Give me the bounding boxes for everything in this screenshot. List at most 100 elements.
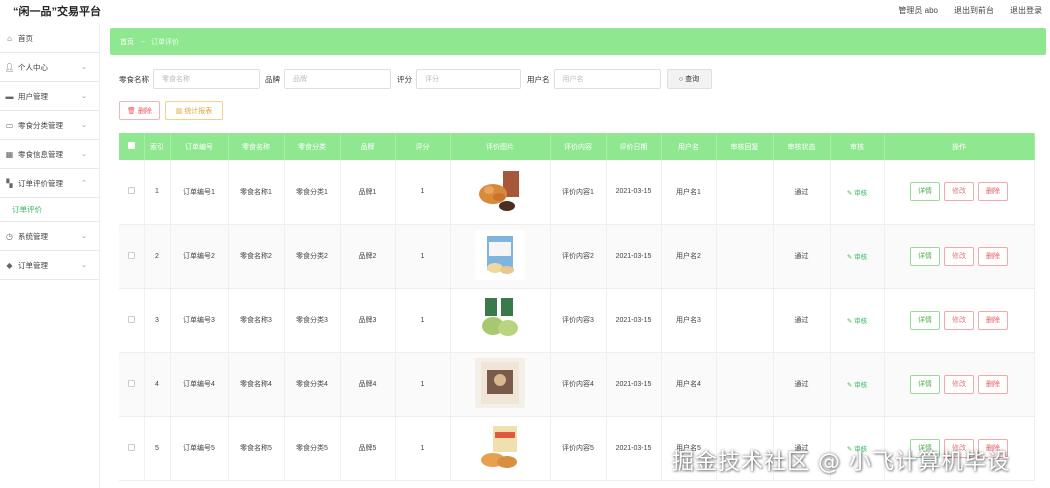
cell-status: 通过 <box>773 160 831 225</box>
admin-user-link[interactable]: 管理员 abo <box>898 5 938 16</box>
sidebar-subitem-order-review[interactable]: 订单评价 <box>0 198 99 222</box>
col-header-category: 零食分类 <box>284 133 341 160</box>
review-image[interactable] <box>475 422 525 472</box>
brand-input[interactable] <box>284 69 391 89</box>
review-image[interactable] <box>475 294 525 344</box>
review-link[interactable]: ✎ 审核 <box>847 382 867 389</box>
cell-index: 5 <box>144 416 171 481</box>
brand-label: 品牌 <box>265 74 280 84</box>
review-table: 索引 订单编号 零食名称 零食分类 品牌 评分 评价图片 评价内容 评价日期 用… <box>119 133 1035 481</box>
batch-delete-button[interactable]: 🗑︎ 删除 <box>119 101 160 120</box>
sidebar-item-label: 用户管理 <box>18 91 48 101</box>
review-link[interactable]: ✎ 审核 <box>847 254 867 261</box>
row-checkbox[interactable] <box>127 379 135 387</box>
edit-button[interactable]: 修改 <box>944 246 974 266</box>
col-header-user: 用户名 <box>661 133 717 160</box>
cell-content: 评价内容3 <box>550 288 607 353</box>
chevron-down-icon: ⌄ <box>81 122 87 129</box>
sidebar-item-label: 订单评价管理 <box>18 178 63 188</box>
review-link-label: 审核 <box>854 189 868 197</box>
cell-review: ✎ 审核 <box>830 352 885 417</box>
delete-button[interactable]: 删除 <box>978 182 1008 202</box>
top-bar: “闲一品”交易平台 管理员 abo 退出到前台 退出登录 <box>0 0 1050 20</box>
delete-button[interactable]: 删除 <box>978 374 1008 394</box>
cell-image <box>450 288 551 353</box>
cell-order-no: 订单编号3 <box>170 288 229 353</box>
detail-button[interactable]: 详情 <box>910 310 940 330</box>
sidebar: ⌂ 首页 👤︎ 个人中心 ⌄ ▬ 用户管理 ⌄ ▭ 零食分类管理 ⌄ ▦ 零食信… <box>0 24 100 488</box>
cell-content: 评价内容4 <box>550 352 607 417</box>
users-icon: ▬ <box>5 91 14 101</box>
edit-button[interactable]: 修改 <box>944 310 974 330</box>
select-all-checkbox[interactable] <box>127 142 135 149</box>
cell-review: ✎ 审核 <box>830 288 885 353</box>
sidebar-item-label: 订单管理 <box>18 260 48 270</box>
cell-category: 零食分类3 <box>284 288 341 353</box>
sidebar-item-home[interactable]: ⌂ 首页 <box>0 24 99 53</box>
username-input[interactable] <box>553 69 661 89</box>
score-label: 评分 <box>397 74 412 84</box>
sidebar-item-order-review[interactable]: ▚ 订单评价管理 ⌃ <box>0 169 99 198</box>
cell-brand: 品牌4 <box>340 352 396 417</box>
cell-index: 2 <box>144 224 171 289</box>
col-header-review: 审核 <box>830 133 885 160</box>
cell-brand: 品牌2 <box>340 224 396 289</box>
cell-content: 评价内容5 <box>550 416 607 481</box>
cell-date: 2021-03-15 <box>606 160 662 225</box>
order-icon: ◆ <box>6 260 13 270</box>
cell-user: 用户名2 <box>661 224 717 289</box>
table-row: 3 订单编号3 零食名称3 零食分类3 品牌3 1 评价内容3 2021-03-15 用户名3 通… <box>119 288 1035 353</box>
row-checkbox[interactable] <box>127 315 135 323</box>
chevron-down-icon: ⌄ <box>81 233 87 240</box>
review-image[interactable] <box>475 165 525 216</box>
cell-date: 2021-03-15 <box>606 416 662 481</box>
cell-user: 用户名4 <box>661 352 717 417</box>
cell-date: 2021-03-15 <box>606 288 662 353</box>
col-header-brand: 品牌 <box>340 133 396 160</box>
stats-report-button[interactable]: ▥ 统计报表 <box>165 101 223 120</box>
sidebar-item-orders[interactable]: ◆ 订单管理 ⌄ <box>0 251 99 280</box>
row-checkbox[interactable] <box>127 187 135 195</box>
detail-button[interactable]: 详情 <box>910 374 940 394</box>
sidebar-item-personal[interactable]: 👤︎ 个人中心 ⌄ <box>0 53 99 82</box>
goto-frontend-link[interactable]: 退出到前台 <box>954 5 994 16</box>
cell-category: 零食分类4 <box>284 352 341 417</box>
cell-score: 1 <box>395 224 451 289</box>
sidebar-item-snack-info[interactable]: ▦ 零食信息管理 ⌄ <box>0 140 99 169</box>
cell-content: 评价内容1 <box>550 160 607 225</box>
sidebar-item-system[interactable]: ◷ 系统管理 ⌄ <box>0 222 99 251</box>
snack-name-input[interactable] <box>153 69 260 89</box>
review-image[interactable] <box>475 358 525 408</box>
row-checkbox[interactable] <box>127 251 135 259</box>
detail-button[interactable]: 详情 <box>910 246 940 266</box>
delete-button[interactable]: 删除 <box>978 310 1008 330</box>
search-button[interactable]: ○ 查询 <box>666 69 712 89</box>
stats-report-label: 统计报表 <box>184 107 213 115</box>
breadcrumb-home[interactable]: 首页 <box>120 37 134 47</box>
category-icon: ▭ <box>5 120 14 130</box>
review-image[interactable] <box>475 230 525 280</box>
chevron-down-icon: ⌄ <box>81 151 87 158</box>
row-checkbox[interactable] <box>127 443 135 451</box>
score-input[interactable] <box>416 69 521 89</box>
chevron-down-icon: ⌄ <box>81 262 87 269</box>
edit-button[interactable]: 修改 <box>944 182 974 202</box>
edit-button[interactable]: 修改 <box>944 374 974 394</box>
cell-review: ✎ 审核 <box>830 160 885 225</box>
sidebar-item-snack-category[interactable]: ▭ 零食分类管理 ⌄ <box>0 111 99 140</box>
grid-icon: ▚ <box>6 178 13 188</box>
sidebar-item-label: 零食分类管理 <box>18 120 63 130</box>
user-icon: 👤︎ <box>4 62 15 72</box>
cell-score: 1 <box>395 288 451 353</box>
review-link[interactable]: ✎ 审核 <box>847 318 867 325</box>
cell-review: ✎ 审核 <box>830 224 885 289</box>
chevron-up-icon: ⌃ <box>81 180 87 187</box>
header-links: 管理员 abo 退出到前台 退出登录 <box>898 5 1042 16</box>
detail-button[interactable]: 详情 <box>910 182 940 202</box>
delete-button[interactable]: 删除 <box>978 246 1008 266</box>
sidebar-item-users[interactable]: ▬ 用户管理 ⌄ <box>0 82 99 111</box>
review-link[interactable]: ✎ 审核 <box>847 190 867 197</box>
review-link-label: 审核 <box>854 254 868 261</box>
logout-link[interactable]: 退出登录 <box>1010 5 1042 16</box>
cell-ops: 详情 修改 删除 <box>884 160 1035 225</box>
